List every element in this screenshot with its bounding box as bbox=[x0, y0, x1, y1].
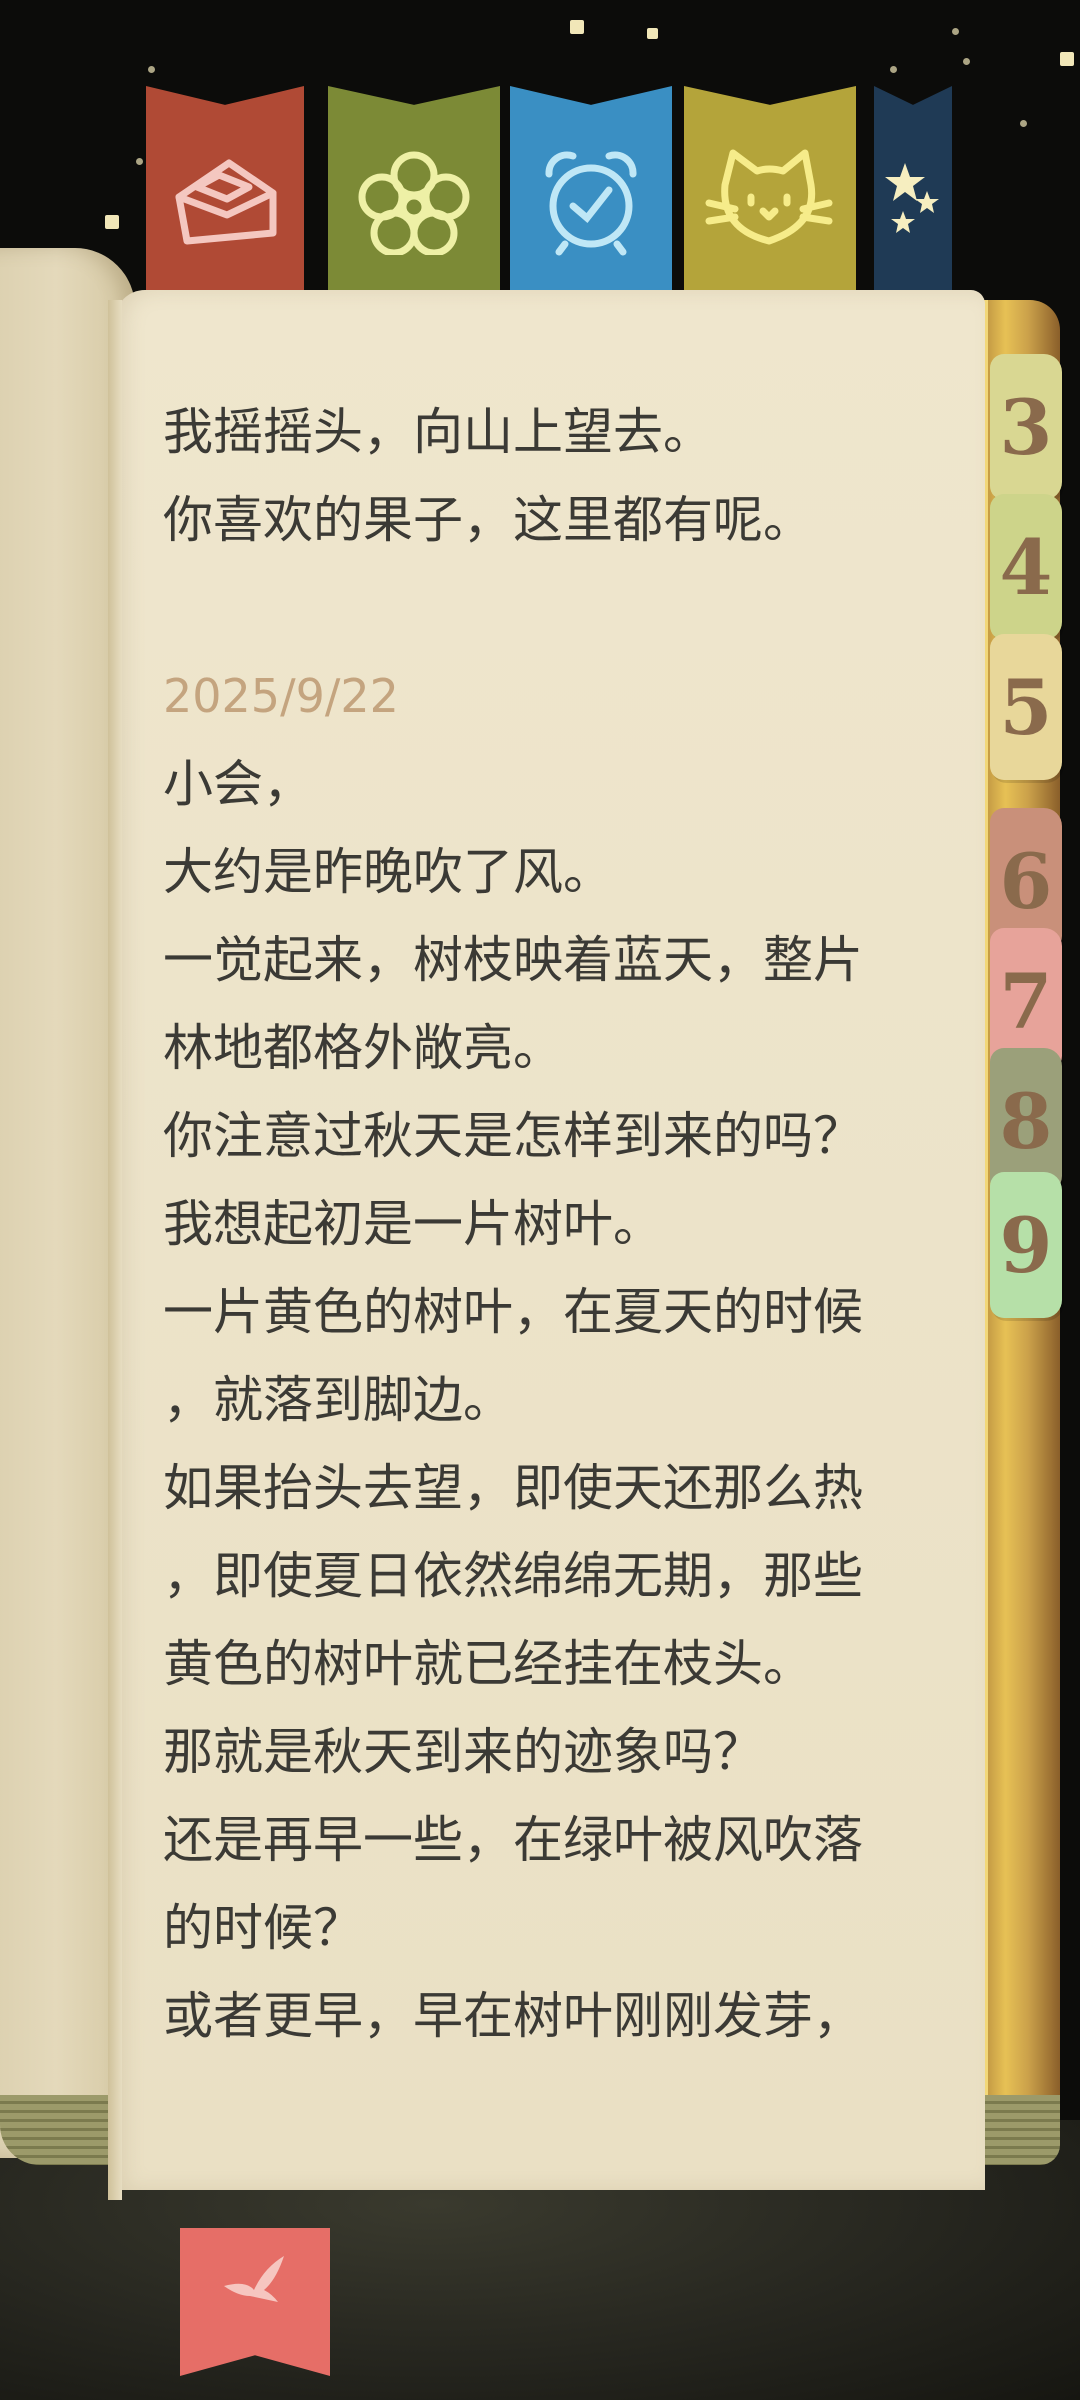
envelope-icon bbox=[175, 159, 277, 245]
chapter-tab-3[interactable]: 3 bbox=[990, 354, 1062, 500]
book-spine-crease bbox=[108, 300, 122, 2200]
entry-date: 2025/9/22 bbox=[163, 669, 399, 723]
text-line: 黄色的树叶就已经挂在枝头。 bbox=[163, 1635, 813, 1693]
diary-book-screen: 3 4 5 6 7 8 9 我摇摇头，向山上望去。 你喜欢的果子，这里都有呢。 … bbox=[0, 0, 1080, 2400]
star-decoration bbox=[963, 58, 970, 65]
text-line: 如果抬头去望，即使天还那么热 bbox=[163, 1459, 863, 1517]
bookmark-cat[interactable] bbox=[684, 86, 856, 296]
alarm-clock-icon bbox=[545, 151, 637, 256]
text-line: 一觉起来，树枝映着蓝天，整片 bbox=[163, 931, 863, 989]
star-decoration bbox=[570, 20, 584, 34]
star-decoration bbox=[1060, 52, 1074, 66]
star-decoration bbox=[148, 66, 155, 73]
bird-icon bbox=[224, 2256, 284, 2302]
flower-icon bbox=[358, 151, 470, 255]
text-line: 我摇摇头，向山上望去。 bbox=[163, 403, 713, 461]
chapter-tab-9[interactable]: 9 bbox=[990, 1172, 1062, 1318]
chapter-tab-4[interactable]: 4 bbox=[990, 494, 1062, 640]
stars-icon bbox=[885, 163, 939, 233]
text-line: 还是再早一些，在绿叶被风吹落 bbox=[163, 1811, 863, 1869]
text-line: 你注意过秋天是怎样到来的吗？ bbox=[163, 1107, 863, 1165]
text-line: 小会， bbox=[163, 755, 313, 813]
star-decoration bbox=[890, 66, 897, 73]
text-line: 你喜欢的果子，这里都有呢。 bbox=[163, 491, 813, 549]
text-line: 的时候？ bbox=[163, 1899, 363, 1957]
text-line: 林地都格外敞亮。 bbox=[163, 1019, 563, 1077]
star-decoration bbox=[1020, 120, 1027, 127]
diary-text: 我摇摇头，向山上望去。 你喜欢的果子，这里都有呢。 2025/9/22 小会， … bbox=[163, 388, 933, 2060]
text-line: 那就是秋天到来的迹象吗？ bbox=[163, 1723, 763, 1781]
bookmark-reminders[interactable] bbox=[510, 86, 672, 296]
text-line: 一片黄色的树叶，在夏天的时候 bbox=[163, 1283, 863, 1341]
text-line: 我想起初是一片树叶。 bbox=[163, 1195, 663, 1253]
cat-face-icon bbox=[705, 149, 833, 245]
chapter-tab-5[interactable]: 5 bbox=[990, 634, 1062, 780]
text-line: ，即使夏日依然绵绵无期，那些 bbox=[163, 1547, 863, 1605]
ribbon-bookmark[interactable] bbox=[180, 2228, 330, 2376]
bookmark-letters[interactable] bbox=[146, 86, 304, 296]
star-decoration bbox=[105, 215, 119, 229]
star-decoration bbox=[136, 158, 143, 165]
text-line: 大约是昨晚吹了风。 bbox=[163, 843, 613, 901]
text-line: ，就落到脚边。 bbox=[163, 1371, 513, 1429]
star-decoration bbox=[647, 28, 658, 39]
bookmark-stars[interactable] bbox=[874, 86, 952, 296]
text-line: 或者更早，早在树叶刚刚发芽， bbox=[163, 1987, 863, 2045]
bookmark-flowers[interactable] bbox=[328, 86, 500, 296]
star-decoration bbox=[952, 28, 959, 35]
